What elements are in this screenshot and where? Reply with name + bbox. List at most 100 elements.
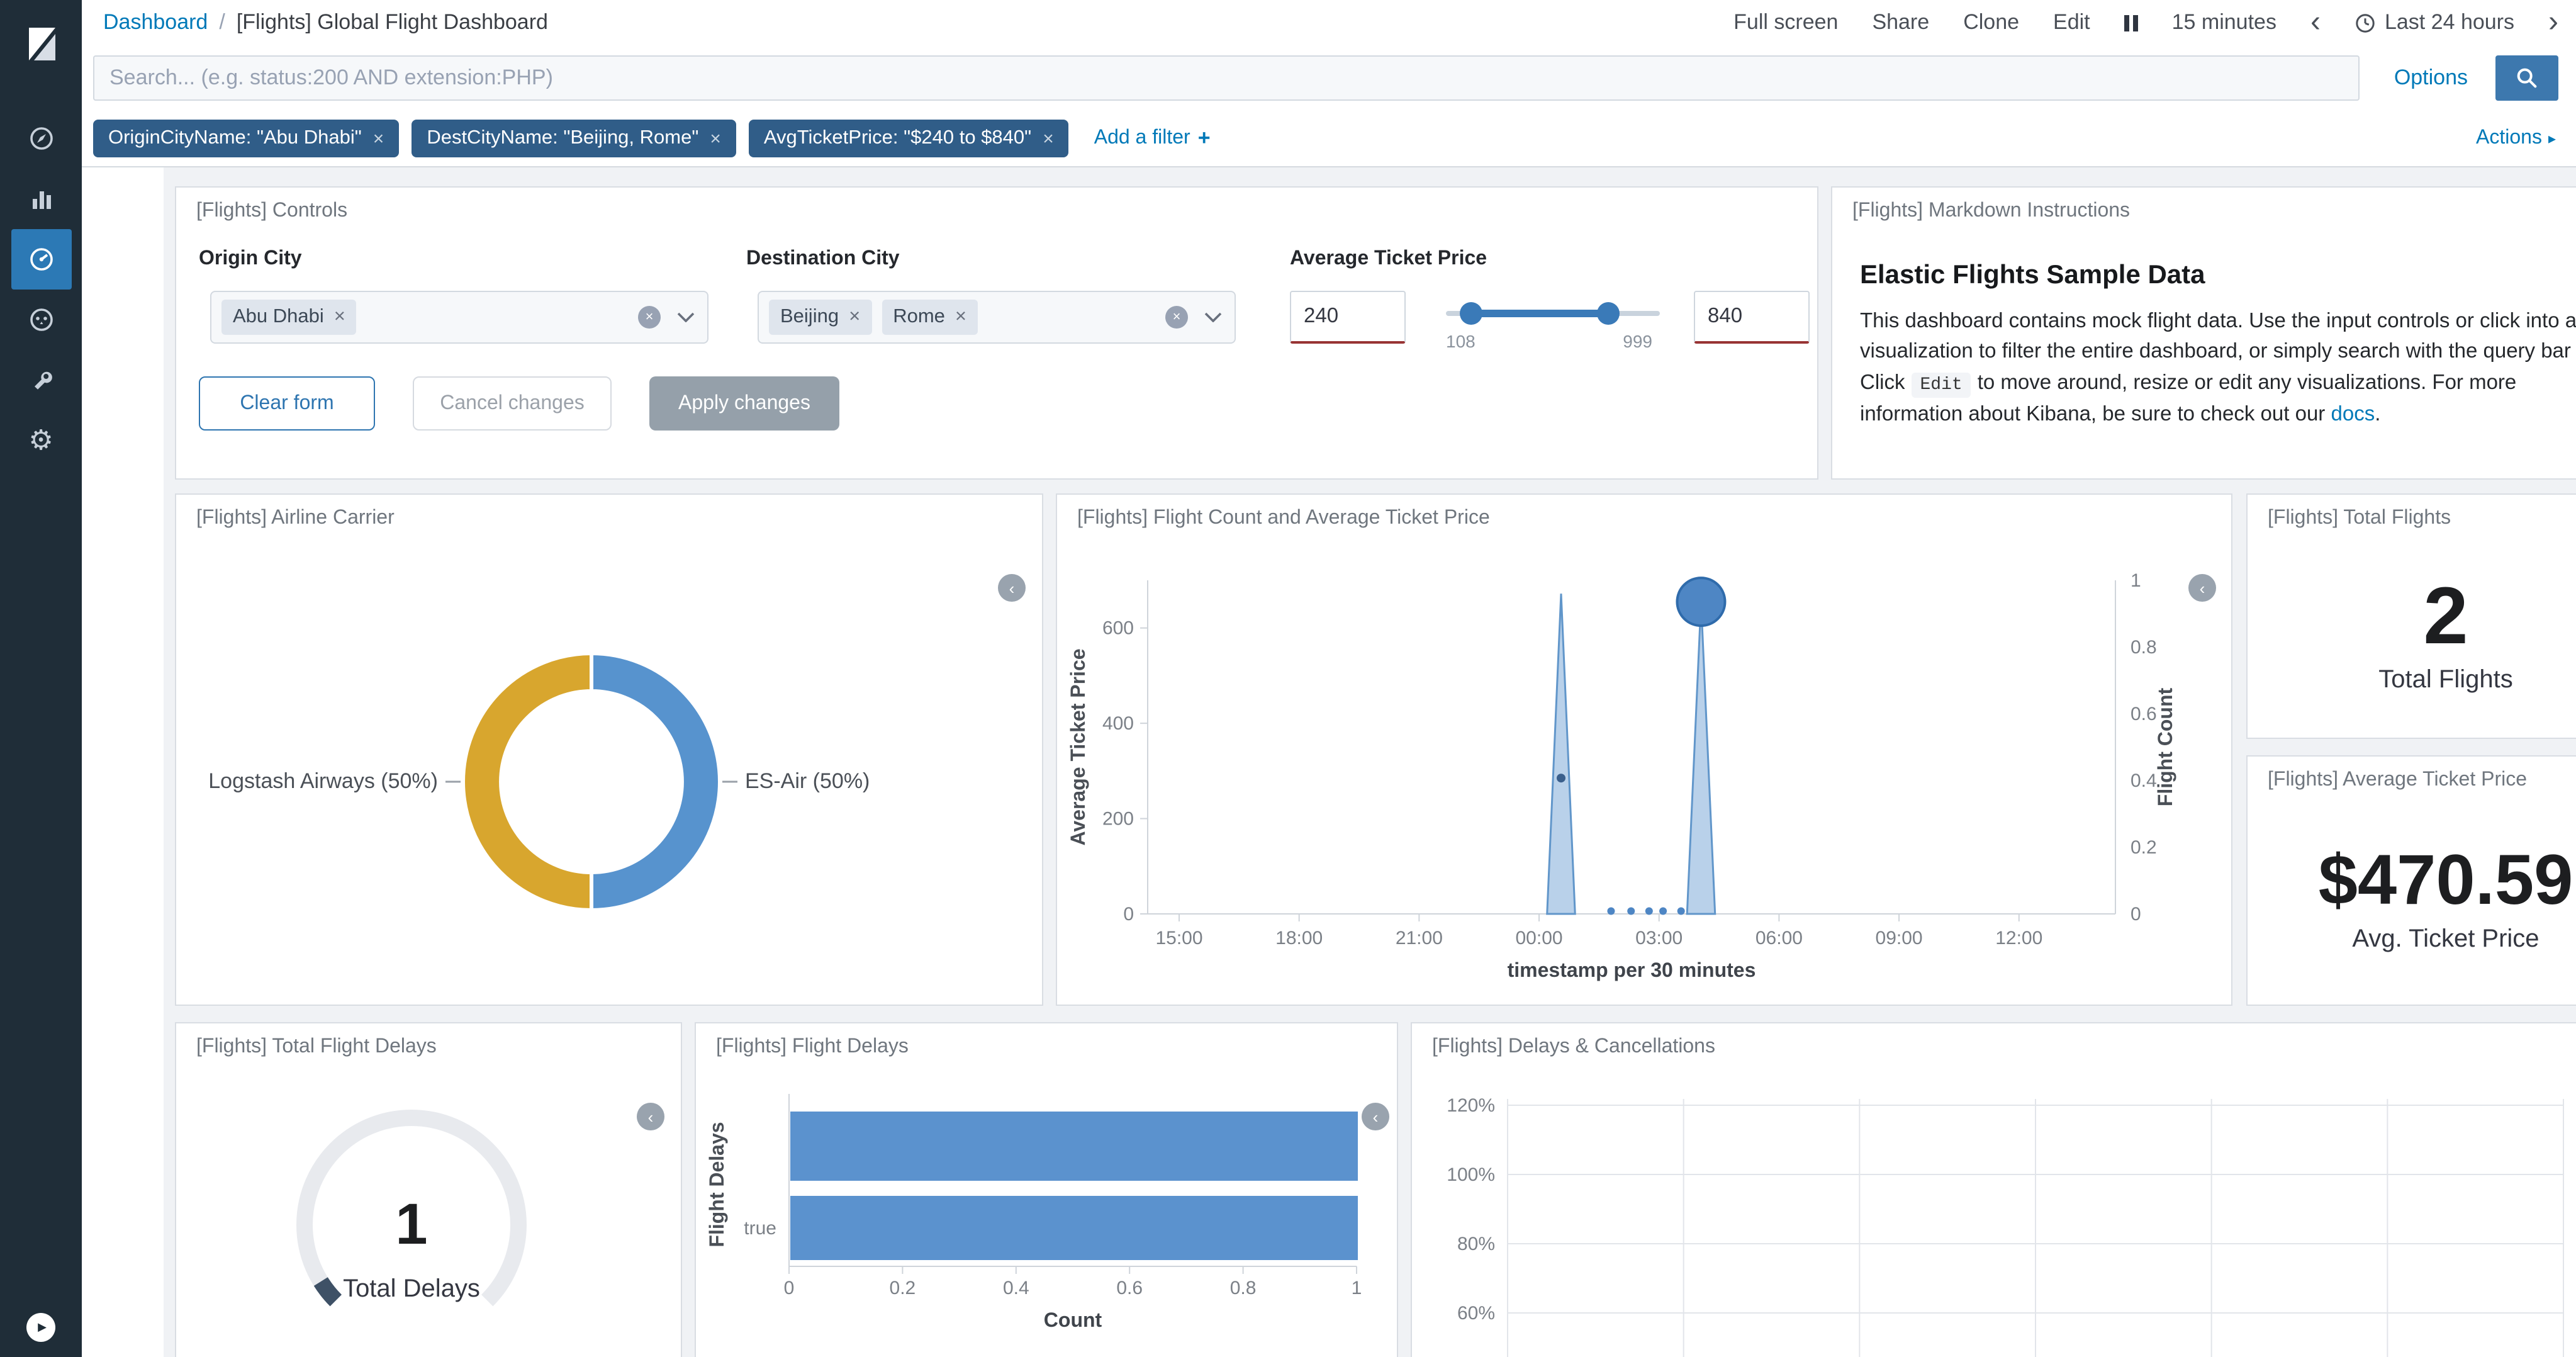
svg-text:0.4: 0.4 [1003,1278,1029,1298]
fullscreen-button[interactable]: Full screen [1733,10,1838,35]
dashboard-gauge-icon [27,245,55,273]
clone-button[interactable]: Clone [1963,10,2019,35]
caret-right-icon: ▸ [2548,130,2556,147]
svg-text:18:00: 18:00 [1275,928,1323,949]
svg-text:0.4: 0.4 [2131,770,2157,791]
price-min-input[interactable] [1290,291,1406,344]
flight-delays-chart[interactable]: 00.20.40.60.81trueCountFlight Delays [696,1023,1399,1357]
metric-value: 2 [2423,575,2468,656]
clear-selection-icon[interactable]: × [638,306,661,329]
selected-option-label: Beijing [780,306,839,329]
chevron-down-icon[interactable] [1204,312,1222,322]
sidebar-item-discover[interactable] [11,108,71,169]
legend-toggle-icon[interactable]: ‹ [2188,574,2216,602]
edit-code-snippet: Edit [1912,373,1971,398]
time-range-button[interactable]: Last 24 hours [2355,10,2514,35]
remove-option-icon[interactable]: × [334,306,345,329]
panel-flight-count: [Flights] Flight Count and Average Ticke… [1056,493,2232,1006]
refresh-interval-button[interactable]: 15 minutes [2172,10,2276,35]
kibana-app: ⚙ ▶ Dashboard / [Flights] Global Flight … [0,0,2576,1357]
svg-text:Count: Count [1044,1309,1102,1331]
sidebar-item-visualize[interactable] [11,169,71,229]
total-flights-metric[interactable]: 2 Total Flights [2248,532,2576,738]
pause-refresh-button[interactable] [2124,14,2138,31]
wrench-icon [27,366,55,394]
panel-title: [Flights] Markdown Instructions [1852,200,2130,223]
remove-option-icon[interactable]: × [849,306,860,329]
kibana-logo[interactable] [0,0,82,88]
slider-handle-max[interactable] [1597,302,1620,325]
svg-text:400: 400 [1102,713,1134,734]
sidebar-item-timelion[interactable] [11,290,71,350]
svg-text:06:00: 06:00 [1756,928,1803,949]
sidebar-collapse-button[interactable]: ▶ [26,1313,55,1342]
panel-title: [Flights] Total Flights [2268,507,2451,530]
price-range-slider[interactable]: 108 999 [1446,291,1660,344]
query-bar: Options [82,45,2576,111]
panel-title: [Flights] Average Ticket Price [2268,769,2527,792]
filter-pill-avg-ticket-price[interactable]: AvgTicketPrice: "$240 to $840" × [749,120,1069,157]
legend-toggle-icon[interactable]: ‹ [637,1103,664,1130]
remove-option-icon[interactable]: × [955,306,966,329]
edit-button[interactable]: Edit [2053,10,2090,35]
airline-carrier-chart[interactable]: ES-Air (50%) Logstash Airways (50%) [176,495,1044,1007]
add-filter-button[interactable]: Add a filter + [1094,126,1211,151]
destination-city-combobox[interactable]: Beijing × Rome × × [758,291,1236,344]
filter-pill-origin-city[interactable]: OriginCityName: "Abu Dhabi" × [93,120,399,157]
svg-text:100%: 100% [1447,1164,1495,1185]
legend-toggle-icon[interactable]: ‹ [1362,1103,1389,1130]
filter-bar: OriginCityName: "Abu Dhabi" × DestCityNa… [82,111,2576,167]
clear-selection-icon[interactable]: × [1165,306,1188,329]
pause-icon [2124,14,2129,31]
search-input[interactable] [93,55,2360,101]
options-link[interactable]: Options [2394,65,2468,91]
gauge-label: Total Delays [176,1275,647,1304]
apply-changes-button[interactable]: Apply changes [649,376,839,431]
sidebar-item-management[interactable]: ⚙ [11,410,71,471]
search-button[interactable] [2495,55,2558,101]
time-back-button[interactable]: ‹ [2310,8,2321,38]
time-range-label: Last 24 hours [2385,10,2514,35]
svg-text:timestamp per 30 minutes: timestamp per 30 minutes [1508,959,1756,981]
time-forward-button[interactable]: › [2548,8,2558,38]
sidebar: ⚙ ▶ [0,0,82,1357]
remove-filter-icon[interactable]: × [710,128,721,149]
svg-text:0: 0 [784,1278,795,1298]
chevron-down-icon[interactable] [677,312,695,322]
svg-text:0.6: 0.6 [2131,704,2157,724]
svg-text:Logstash Airways (50%): Logstash Airways (50%) [208,769,438,793]
panel-title: [Flights] Controls [196,200,347,223]
filter-pill-label: AvgTicketPrice: "$240 to $840" [764,127,1031,150]
main-content: Dashboard / [Flights] Global Flight Dash… [82,0,2576,1357]
svg-text:0: 0 [1123,904,1134,925]
breadcrumb-separator: / [219,10,225,35]
filter-pill-dest-city[interactable]: DestCityName: "Beijing, Rome" × [412,120,736,157]
remove-filter-icon[interactable]: × [1043,128,1054,149]
markdown-heading: Elastic Flights Sample Data [1860,261,2576,291]
slider-handle-min[interactable] [1460,302,1482,325]
search-icon [2514,65,2540,91]
svg-text:0: 0 [2131,904,2141,925]
slider-active-range [1471,310,1608,317]
legend-toggle-icon[interactable]: ‹ [998,574,1026,602]
svg-text:true: true [744,1218,776,1239]
svg-text:ES-Air (50%): ES-Air (50%) [745,769,870,793]
flight-count-chart[interactable]: 15:0018:0021:0000:0003:0006:0009:0012:00… [1057,495,2234,1007]
breadcrumb-dashboard-link[interactable]: Dashboard [103,10,208,35]
avg-ticket-price-metric[interactable]: $470.59 Avg. Ticket Price [2248,794,2576,1005]
clear-form-button[interactable]: Clear form [199,376,375,431]
actions-menu-button[interactable]: Actions ▸ [2476,127,2556,150]
play-icon: ▶ [38,1320,47,1334]
price-max-input[interactable] [1694,291,1810,344]
remove-filter-icon[interactable]: × [373,128,384,149]
sidebar-item-dashboard[interactable] [11,229,71,290]
panel-airline-carrier: [Flights] Airline Carrier ‹ ES-Air (50%)… [175,493,1043,1006]
sidebar-item-devtools[interactable] [11,350,71,410]
docs-link[interactable]: docs [2331,402,2375,425]
cancel-changes-button[interactable]: Cancel changes [413,376,612,431]
share-button[interactable]: Share [1872,10,1929,35]
sidebar-nav: ⚙ [0,108,82,471]
delays-cancellations-chart[interactable]: 120%100%80%60% [1412,1023,2576,1357]
origin-city-combobox[interactable]: Abu Dhabi × × [210,291,708,344]
svg-text:600: 600 [1102,618,1134,639]
